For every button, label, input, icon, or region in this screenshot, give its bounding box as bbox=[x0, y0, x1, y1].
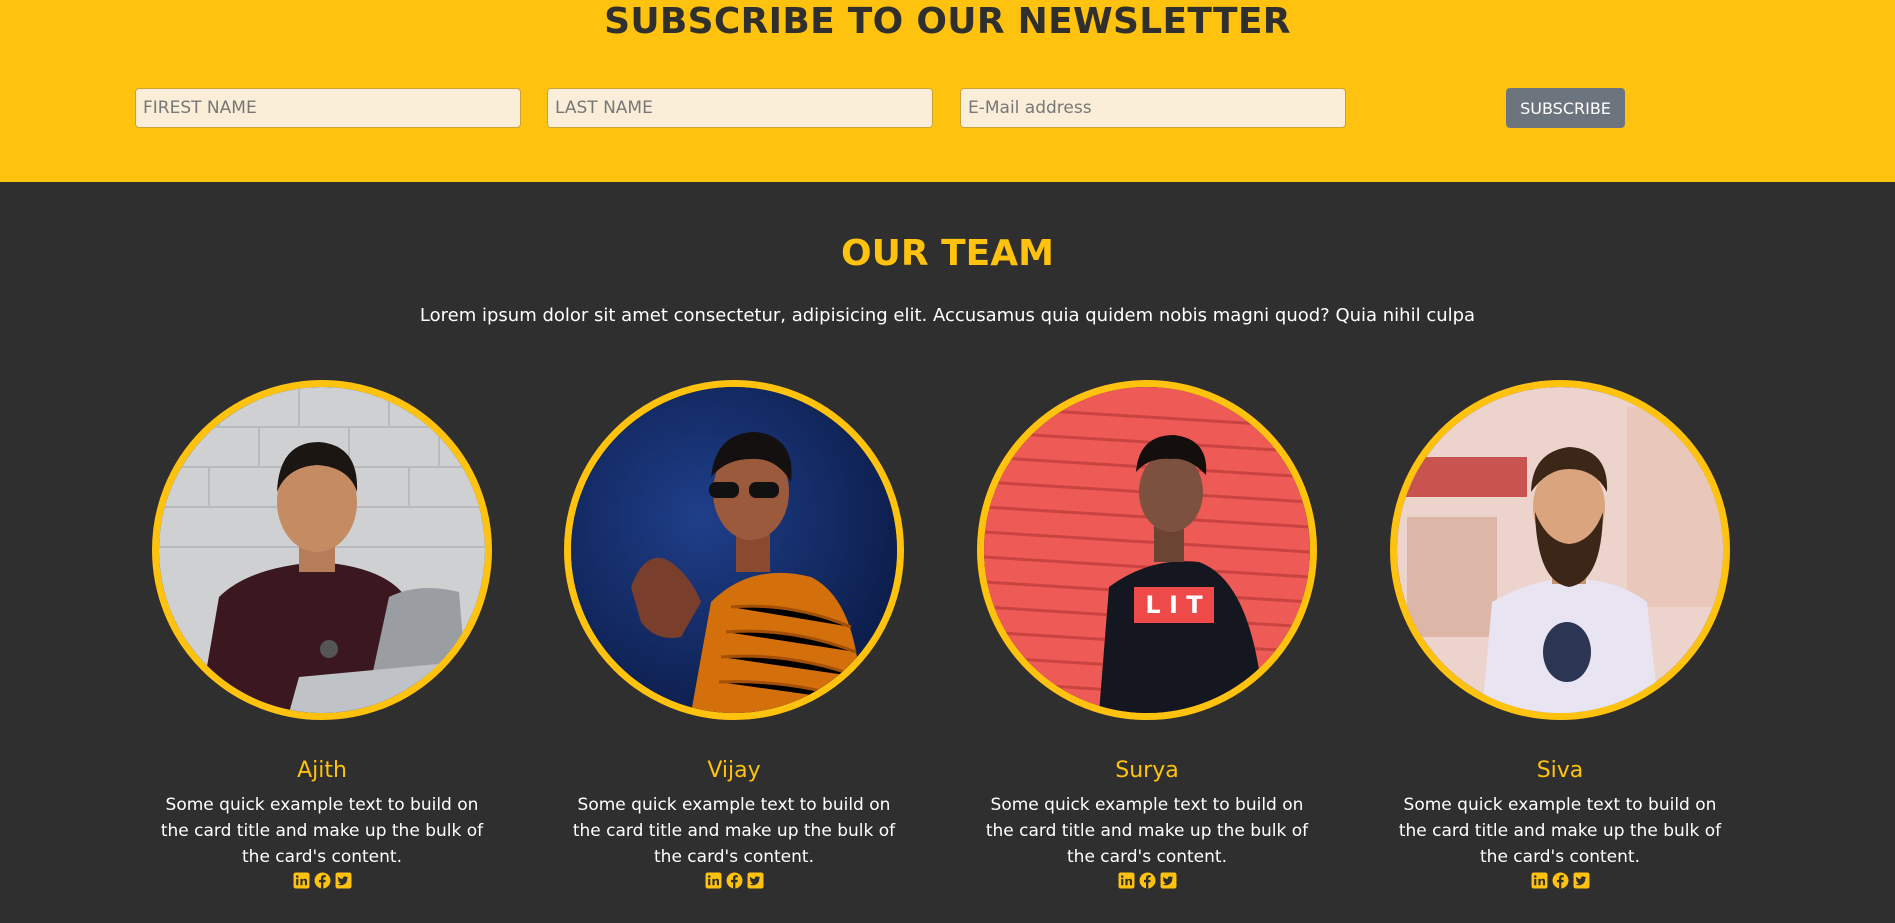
svg-text:L I T: L I T bbox=[1145, 591, 1203, 619]
team-title: OUR TEAM bbox=[841, 233, 1054, 274]
social-links bbox=[564, 872, 904, 889]
team-photo-surya: L I T bbox=[977, 380, 1317, 720]
team-photo-vijay bbox=[564, 380, 904, 720]
team-member-name: Ajith bbox=[297, 758, 347, 783]
twitter-icon[interactable] bbox=[747, 872, 764, 889]
team-card-ajith: Ajith Some quick example text to build o… bbox=[152, 380, 492, 923]
team-card-siva: Siva Some quick example text to build on… bbox=[1390, 380, 1730, 923]
social-links bbox=[152, 872, 492, 889]
facebook-icon[interactable] bbox=[1552, 872, 1569, 889]
team-card-vijay: Vijay Some quick example text to build o… bbox=[564, 380, 904, 923]
team-subtitle: Lorem ipsum dolor sit amet consectetur, … bbox=[419, 305, 1476, 326]
twitter-icon[interactable] bbox=[1160, 872, 1177, 889]
twitter-icon[interactable] bbox=[1573, 872, 1590, 889]
facebook-icon[interactable] bbox=[726, 872, 743, 889]
team-member-text: Some quick example text to build on the … bbox=[985, 795, 1309, 867]
linkedin-icon[interactable] bbox=[1118, 872, 1135, 889]
social-links bbox=[977, 872, 1317, 889]
social-links bbox=[1390, 872, 1730, 889]
team-photo-siva bbox=[1390, 380, 1730, 720]
linkedin-icon[interactable] bbox=[293, 872, 310, 889]
newsletter-section: SUBSCRIBE TO OUR NEWSLETTER SUBSCRIBE bbox=[0, 0, 1895, 182]
facebook-icon[interactable] bbox=[314, 872, 331, 889]
facebook-icon[interactable] bbox=[1139, 872, 1156, 889]
last-name-input[interactable] bbox=[547, 88, 933, 128]
email-input[interactable] bbox=[960, 88, 1346, 128]
first-name-input[interactable] bbox=[135, 88, 521, 128]
team-card-surya: L I T Surya Some quick example text to b… bbox=[977, 380, 1317, 923]
team-member-name: Vijay bbox=[707, 758, 761, 783]
team-member-name: Siva bbox=[1536, 758, 1584, 783]
team-member-text: Some quick example text to build on the … bbox=[1398, 795, 1722, 867]
twitter-icon[interactable] bbox=[335, 872, 352, 889]
linkedin-icon[interactable] bbox=[1531, 872, 1548, 889]
subscribe-button[interactable]: SUBSCRIBE bbox=[1506, 88, 1625, 128]
linkedin-icon[interactable] bbox=[705, 872, 722, 889]
newsletter-title: SUBSCRIBE TO OUR NEWSLETTER bbox=[604, 1, 1291, 42]
team-member-text: Some quick example text to build on the … bbox=[160, 795, 484, 867]
team-member-name: Surya bbox=[1115, 758, 1179, 783]
team-photo-ajith bbox=[152, 380, 492, 720]
team-member-text: Some quick example text to build on the … bbox=[572, 795, 896, 867]
